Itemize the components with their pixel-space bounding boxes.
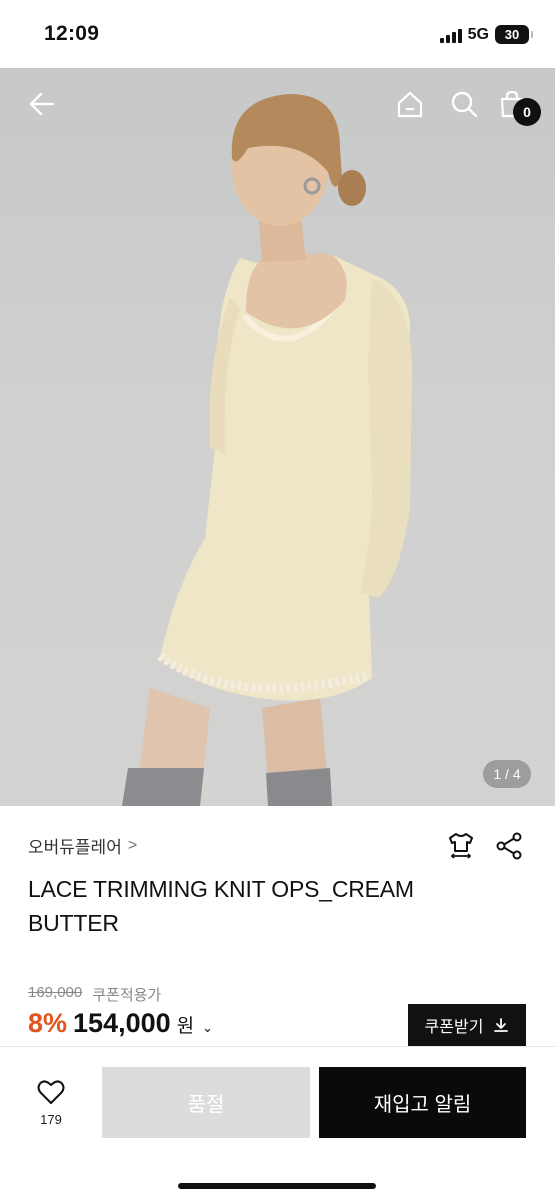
get-coupon-button[interactable]: 쿠폰받기: [408, 1004, 526, 1046]
network-type: 5G: [467, 25, 489, 43]
download-icon: [494, 1018, 509, 1032]
share-icon: [496, 832, 522, 860]
status-indicators: 5G 30: [439, 25, 533, 44]
home-indicator: [178, 1183, 376, 1189]
search-icon: [451, 91, 478, 118]
shirt-size-icon: [449, 833, 473, 859]
heart-icon: [37, 1080, 65, 1104]
image-pager: 1 / 4: [483, 760, 531, 788]
soldout-button[interactable]: 품절: [102, 1067, 310, 1138]
product-title: LACE TRIMMING KNIT OPS_CREAM BUTTER: [28, 876, 414, 936]
price-row[interactable]: 8% 154,000 원 ⌄: [28, 1008, 213, 1039]
home-button[interactable]: [392, 86, 428, 122]
discount-rate: 8%: [28, 1008, 68, 1038]
back-button[interactable]: [24, 86, 60, 122]
signal-icon: [439, 27, 462, 43]
original-price: 169,000: [28, 984, 83, 1001]
product-photo: [122, 94, 412, 806]
coupon-price-label: 쿠폰적용가: [92, 987, 162, 1004]
status-bar: 12:09 5G 30: [0, 0, 555, 68]
sale-price: 154,000: [73, 1008, 171, 1038]
product-image-carousel[interactable]: 0 1 / 4: [0, 68, 555, 806]
arrow-left-icon: [29, 92, 55, 116]
search-button[interactable]: [446, 86, 482, 122]
product-actions: [445, 830, 525, 862]
brand-link[interactable]: 오버듀플레어 >: [28, 833, 137, 858]
price-meta: 169,000 쿠폰적용가: [28, 984, 161, 1005]
currency-label: 원: [176, 1016, 195, 1037]
like-button[interactable]: 179: [26, 1079, 76, 1127]
purchase-bar: 179 품절 재입고 알림: [0, 1046, 555, 1200]
like-count: 179: [40, 1112, 62, 1127]
brand-name: 오버듀플레어: [28, 838, 122, 857]
chevron-down-icon: ⌄: [202, 1020, 214, 1035]
battery-icon: 30: [495, 25, 533, 44]
home-icon: [397, 91, 423, 118]
chevron-right-icon: >: [127, 836, 138, 854]
status-time: 12:09: [44, 22, 100, 45]
restock-alert-button[interactable]: 재입고 알림: [319, 1067, 526, 1138]
cart-count-badge: 0: [513, 98, 541, 126]
coupon-button-label: 쿠폰받기: [424, 1019, 484, 1036]
size-guide-button[interactable]: [445, 830, 477, 862]
battery-level: 30: [504, 27, 520, 42]
share-button[interactable]: [493, 830, 525, 862]
